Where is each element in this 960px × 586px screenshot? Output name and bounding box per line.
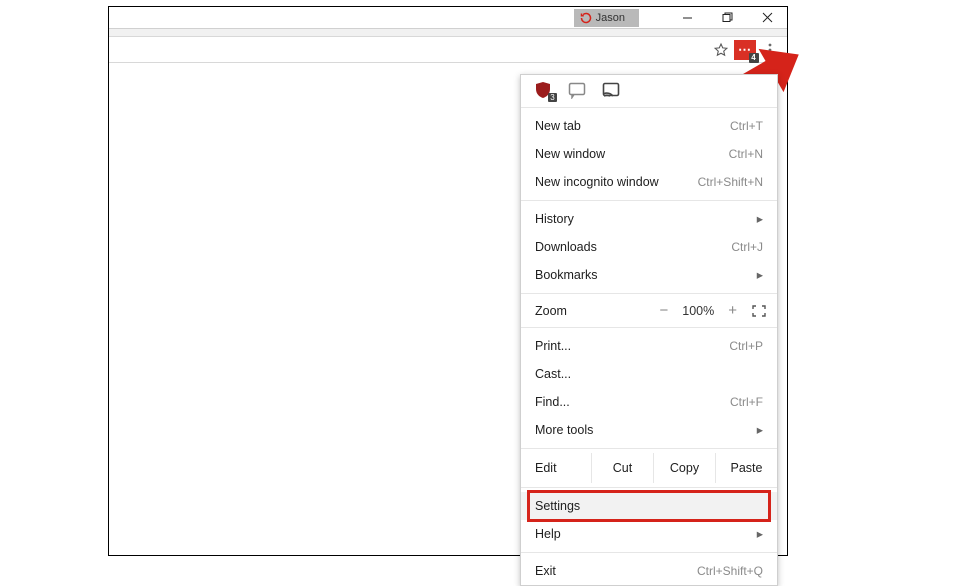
- menu-item-label: New incognito window: [535, 174, 659, 190]
- menu-item-label: Bookmarks: [535, 267, 598, 283]
- zoom-in-button[interactable]: +: [728, 302, 737, 319]
- main-menu: 3 New tab Ctrl+T New window Ctrl+N New i…: [520, 74, 778, 586]
- profile-loop-icon: [580, 12, 592, 24]
- tab-strip: [109, 29, 787, 37]
- menu-item-label: Settings: [535, 498, 580, 514]
- maximize-button[interactable]: [707, 7, 747, 28]
- menu-item-label: Cast...: [535, 366, 571, 382]
- menu-separator: [521, 107, 777, 108]
- maximize-icon: [722, 12, 733, 23]
- menu-item-edit: Edit Cut Copy Paste: [521, 453, 777, 483]
- star-icon[interactable]: [713, 42, 729, 58]
- menu-item-label: New tab: [535, 118, 581, 134]
- extension-badge: 4: [749, 53, 759, 63]
- edit-paste-button[interactable]: Paste: [715, 453, 777, 483]
- menu-item-shortcut: Ctrl+F: [730, 394, 763, 410]
- menu-separator: [521, 487, 777, 488]
- menu-item-help[interactable]: Help ▸: [521, 520, 777, 548]
- edit-cut-button[interactable]: Cut: [591, 453, 653, 483]
- minimize-button[interactable]: [667, 7, 707, 28]
- menu-item-shortcut: Ctrl+N: [729, 146, 763, 162]
- menu-item-label: Print...: [535, 338, 571, 354]
- edit-label: Edit: [521, 453, 591, 483]
- ublock-icon[interactable]: 3: [533, 81, 553, 99]
- menu-item-find[interactable]: Find... Ctrl+F: [521, 388, 777, 416]
- kebab-icon: [768, 43, 772, 57]
- menu-separator: [521, 552, 777, 553]
- extension-button[interactable]: ⋯ 4: [734, 40, 756, 60]
- menu-item-label: History: [535, 211, 574, 227]
- menu-item-label: Help: [535, 526, 561, 542]
- menu-separator: [521, 200, 777, 201]
- menu-item-label: New window: [535, 146, 605, 162]
- menu-separator: [521, 448, 777, 449]
- edit-copy-button[interactable]: Copy: [653, 453, 715, 483]
- minimize-icon: [682, 12, 693, 23]
- ublock-badge: 3: [548, 93, 557, 102]
- zoom-out-button[interactable]: −: [659, 302, 668, 319]
- menu-item-shortcut: Ctrl+J: [731, 239, 763, 255]
- menu-item-shortcut: Ctrl+T: [730, 118, 763, 134]
- zoom-value: 100%: [682, 304, 714, 318]
- menu-item-more-tools[interactable]: More tools ▸: [521, 416, 777, 444]
- menu-item-incognito[interactable]: New incognito window Ctrl+Shift+N: [521, 168, 777, 196]
- menu-item-cast[interactable]: Cast...: [521, 360, 777, 388]
- fullscreen-icon[interactable]: [751, 304, 767, 318]
- menu-item-downloads[interactable]: Downloads Ctrl+J: [521, 233, 777, 261]
- close-button[interactable]: [747, 7, 787, 28]
- menu-item-zoom: Zoom − 100% +: [521, 298, 777, 323]
- close-icon: [762, 12, 773, 23]
- menu-item-label: More tools: [535, 422, 593, 438]
- menu-item-history[interactable]: History ▸: [521, 205, 777, 233]
- profile-button[interactable]: Jason: [574, 9, 639, 27]
- menu-item-shortcut: Ctrl+Shift+Q: [697, 563, 763, 579]
- chat-icon[interactable]: [567, 81, 587, 99]
- chevron-right-icon: ▸: [757, 526, 763, 542]
- menu-item-label: Exit: [535, 563, 556, 579]
- chevron-right-icon: ▸: [757, 267, 763, 283]
- menu-item-shortcut: Ctrl+P: [729, 338, 763, 354]
- menu-separator: [521, 327, 777, 328]
- menu-item-shortcut: Ctrl+Shift+N: [698, 174, 763, 190]
- title-bar: Jason: [109, 7, 787, 29]
- menu-item-settings[interactable]: Settings: [521, 492, 777, 520]
- menu-item-print[interactable]: Print... Ctrl+P: [521, 332, 777, 360]
- menu-item-new-window[interactable]: New window Ctrl+N: [521, 140, 777, 168]
- menu-item-new-tab[interactable]: New tab Ctrl+T: [521, 112, 777, 140]
- menu-item-label: Find...: [535, 394, 570, 410]
- toolbar: ⋯ 4: [109, 37, 787, 63]
- profile-name: Jason: [596, 12, 625, 24]
- zoom-label: Zoom: [535, 304, 613, 318]
- browser-window: Jason ⋯ 4: [108, 6, 788, 556]
- menu-item-bookmarks[interactable]: Bookmarks ▸: [521, 261, 777, 289]
- menu-button[interactable]: [759, 40, 781, 60]
- menu-icon-row: 3: [521, 75, 777, 103]
- menu-item-exit[interactable]: Exit Ctrl+Shift+Q: [521, 557, 777, 585]
- cast-icon[interactable]: [601, 81, 621, 99]
- menu-item-label: Downloads: [535, 239, 597, 255]
- chevron-right-icon: ▸: [757, 211, 763, 227]
- menu-separator: [521, 293, 777, 294]
- chevron-right-icon: ▸: [757, 422, 763, 438]
